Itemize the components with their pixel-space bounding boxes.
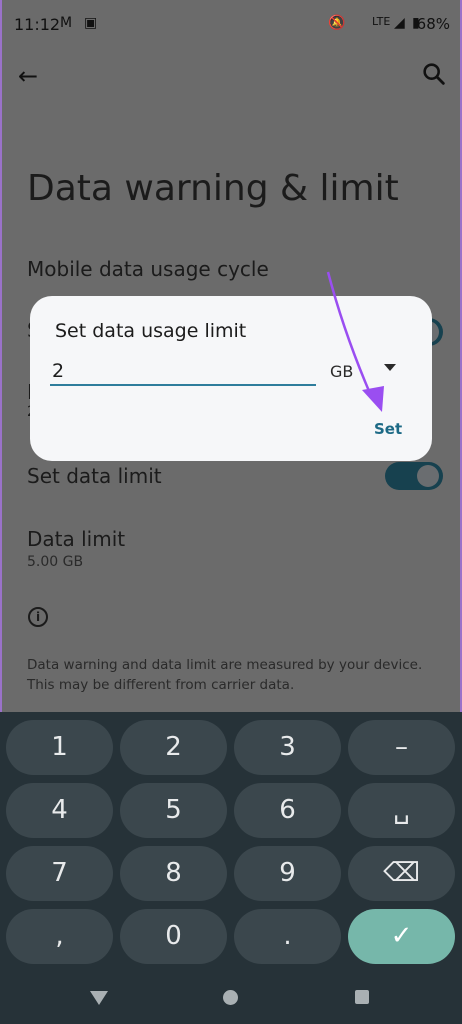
input-underline (50, 384, 316, 386)
gmail-icon: M (60, 15, 73, 31)
chevron-down-icon[interactable] (384, 364, 396, 371)
page-title: Data warning & limit (27, 168, 399, 209)
key-minus[interactable]: – (348, 720, 455, 775)
info-note: Data warning and data limit are measured… (27, 657, 423, 693)
unit-dropdown[interactable]: GB (330, 362, 353, 381)
app-bar: ← (0, 52, 462, 100)
space-key[interactable]: ␣ (348, 783, 455, 838)
battery-percent: 68% (416, 15, 450, 33)
recents-nav-icon[interactable] (355, 990, 369, 1004)
limit-input-value: 2 (52, 360, 65, 382)
key-6[interactable]: 6 (234, 783, 341, 838)
limit-input[interactable]: 2 (50, 356, 316, 386)
done-key[interactable]: ✓ (348, 909, 455, 964)
set-limit-dialog: Set data usage limit 2 GB Set (30, 296, 432, 461)
network-label: LTE (372, 15, 391, 28)
set-button[interactable]: Set (374, 420, 402, 438)
set-data-limit-label: Set data limit (27, 464, 162, 488)
dialog-title: Set data usage limit (55, 320, 247, 342)
back-nav-icon[interactable] (90, 991, 108, 1005)
search-icon[interactable] (420, 60, 448, 88)
usage-cycle-row[interactable]: Mobile data usage cycle (27, 257, 269, 281)
key-2[interactable]: 2 (120, 720, 227, 775)
data-limit-value: 5.00 GB (27, 554, 84, 570)
notification-icon: ▣ (84, 15, 98, 31)
key-4[interactable]: 4 (6, 783, 113, 838)
key-5[interactable]: 5 (120, 783, 227, 838)
key-9[interactable]: 9 (234, 846, 341, 901)
clock: 11:12 (14, 15, 61, 34)
key-0[interactable]: 0 (120, 909, 227, 964)
home-nav-icon[interactable] (223, 990, 238, 1005)
info-icon: i (28, 607, 48, 627)
key-comma[interactable]: , (6, 909, 113, 964)
key-period[interactable]: . (234, 909, 341, 964)
toggle-knob (417, 465, 439, 487)
status-bar: 11:12 M ▣ 🔕 LTE ◢ ▮ 68% (0, 0, 462, 52)
set-data-limit-toggle[interactable] (385, 462, 443, 490)
key-3[interactable]: 3 (234, 720, 341, 775)
mute-icon: 🔕 (328, 15, 346, 31)
back-arrow-icon[interactable]: ← (18, 62, 38, 90)
data-limit-title[interactable]: Data limit (27, 527, 125, 551)
key-7[interactable]: 7 (6, 846, 113, 901)
signal-icon: ◢ (394, 15, 405, 31)
backspace-key[interactable]: ⌫ (348, 846, 455, 901)
key-1[interactable]: 1 (6, 720, 113, 775)
navigation-bar (0, 974, 462, 1024)
key-8[interactable]: 8 (120, 846, 227, 901)
